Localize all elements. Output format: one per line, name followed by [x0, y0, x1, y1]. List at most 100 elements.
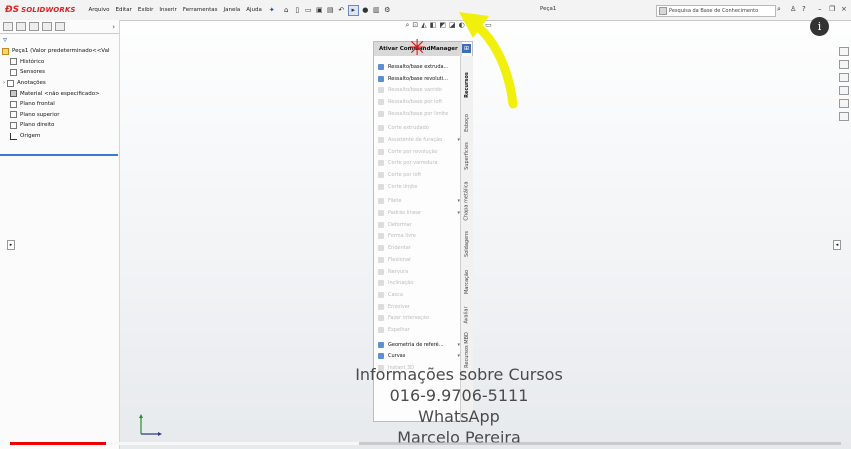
print-icon[interactable]: ▤	[326, 6, 335, 15]
chevron-right-icon[interactable]: ›	[112, 23, 115, 31]
command-item[interactable]: Padrão linear ▾	[378, 207, 460, 219]
user-icon[interactable]: ♙	[790, 5, 796, 13]
home-icon[interactable]: ⌂	[282, 6, 291, 15]
command-item[interactable]: Assistente de furação ▾	[378, 134, 460, 146]
appearances-icon[interactable]	[839, 99, 849, 108]
section-view-icon[interactable]: ◧	[430, 21, 437, 29]
video-progress-bar[interactable]	[10, 442, 841, 445]
menu-inserir[interactable]: Inserir	[156, 7, 179, 13]
tree-item-origem[interactable]: Origem	[0, 131, 119, 142]
command-item[interactable]: Corte extrudado	[378, 122, 460, 134]
logo-text: SOLIDWORKS	[21, 6, 76, 14]
command-item[interactable]: Deformar	[378, 219, 460, 231]
search-scope-icon[interactable]	[659, 7, 667, 15]
zoom-area-icon[interactable]: ⊡	[412, 21, 418, 29]
command-item-icon	[378, 87, 384, 94]
filter-row: ▿	[0, 34, 119, 44]
menu-ajuda[interactable]: Ajuda	[243, 7, 265, 13]
material-icon	[10, 90, 17, 98]
tree-item-anotacoes[interactable]: › Anotações	[0, 78, 119, 89]
command-tab[interactable]: Marcação	[461, 264, 473, 300]
command-item[interactable]: Corte por revolução	[378, 146, 460, 158]
command-item[interactable]: Flexionar	[378, 254, 460, 266]
previous-view-icon[interactable]: ◭	[421, 21, 426, 29]
configuration-tab-icon[interactable]	[29, 22, 39, 31]
rebuild-icon[interactable]: ●	[361, 6, 370, 15]
file-explorer-icon[interactable]	[839, 73, 849, 82]
solidworks-logo[interactable]: ĐS SOLIDWORKS	[5, 5, 76, 15]
custom-properties-icon[interactable]	[839, 112, 849, 121]
tree-root-part[interactable]: Peça1 (Valor predeterminado<<Val	[0, 46, 119, 57]
tree-item-sensores[interactable]: Sensores	[0, 67, 119, 78]
save-icon[interactable]: ▣	[315, 6, 324, 15]
knowledge-base-search[interactable]: Pesquisa da Base de Conhecimento	[656, 5, 776, 17]
tree-item-historico[interactable]: Histórico	[0, 57, 119, 68]
search-icon[interactable]: ⌕	[777, 5, 781, 14]
command-item[interactable]: Forma livre	[378, 231, 460, 243]
command-item[interactable]: Curvas ▾	[378, 351, 460, 363]
video-info-icon[interactable]: i	[810, 17, 829, 36]
menu-janela[interactable]: Janela	[221, 7, 244, 13]
tree-item-plano-superior[interactable]: Plano superior	[0, 110, 119, 121]
select-icon[interactable]: ▸	[347, 4, 359, 16]
menu-editar[interactable]: Editar	[113, 7, 135, 13]
tree-item-plano-frontal[interactable]: Plano frontal	[0, 99, 119, 110]
command-item[interactable]: Inclinação	[378, 277, 460, 289]
command-tab[interactable]: Avaliar	[461, 300, 473, 330]
command-tab[interactable]: Soldagens	[461, 224, 473, 264]
pin-icon[interactable]: ✦	[269, 6, 275, 14]
feature-tree-tab-icon[interactable]	[3, 22, 13, 31]
command-tab[interactable]: Chapa metálica	[461, 178, 473, 224]
command-item-label: Nervura	[388, 268, 409, 275]
tree-item-label: Plano frontal	[20, 101, 55, 108]
command-item[interactable]: Corte limite	[378, 181, 460, 193]
command-item[interactable]: Nervura	[378, 266, 460, 278]
command-tab[interactable]: Superfícies	[461, 134, 473, 178]
view-palette-icon[interactable]	[839, 86, 849, 95]
command-item[interactable]: Filete ▾	[378, 196, 460, 208]
command-item[interactable]: Geometria de referê... ▾	[378, 339, 460, 351]
task-pane-flyout-tab[interactable]: ◂	[833, 240, 841, 250]
help-icon[interactable]: ?	[802, 5, 806, 13]
command-item[interactable]: Fazer interseção	[378, 312, 460, 324]
command-item[interactable]: Corte por loft	[378, 169, 460, 181]
expand-arrow-icon[interactable]: ›	[3, 80, 5, 86]
open-folder-icon[interactable]: ▭	[304, 6, 313, 15]
file-properties-icon[interactable]: ▥	[372, 6, 381, 15]
restore-icon[interactable]: ❐	[829, 5, 835, 13]
menu-ferramentas[interactable]: Ferramentas	[180, 7, 221, 13]
options-icon[interactable]: ⚙	[383, 6, 392, 15]
command-item[interactable]: Envolver	[378, 301, 460, 313]
tree-item-material[interactable]: Material <não especificado>	[0, 88, 119, 99]
zoom-to-fit-icon[interactable]: ⌕	[406, 21, 410, 30]
command-item-icon	[378, 268, 384, 275]
command-tab[interactable]: Recursos MBD	[461, 330, 473, 370]
command-item[interactable]: Endentar	[378, 242, 460, 254]
display-manager-tab-icon[interactable]	[55, 22, 65, 31]
design-library-icon[interactable]	[839, 60, 849, 69]
menu-exibir[interactable]: Exibir	[135, 7, 157, 13]
undo-icon[interactable]: ↶	[337, 6, 346, 15]
minimize-icon[interactable]: –	[818, 5, 822, 13]
command-item-label: Deformar	[388, 221, 412, 228]
new-document-icon[interactable]: ▯	[293, 6, 302, 15]
command-item[interactable]: Casca	[378, 289, 460, 301]
menu-arquivo[interactable]: Arquivo	[86, 7, 113, 13]
command-item-icon	[378, 326, 384, 333]
command-item-icon	[378, 172, 384, 179]
command-item[interactable]: Corte por varredura	[378, 158, 460, 170]
tree-item-plano-direito[interactable]: Plano direito	[0, 120, 119, 131]
tree-item-label: Origem	[20, 133, 41, 140]
command-tab[interactable]: Esboço	[461, 112, 473, 134]
property-manager-tab-icon[interactable]	[16, 22, 26, 31]
command-item-icon	[378, 303, 384, 310]
command-item[interactable]: Espelhar	[378, 324, 460, 336]
part-icon	[2, 47, 9, 55]
search-input[interactable]: Pesquisa da Base de Conhecimento	[669, 8, 758, 14]
solidworks-resources-icon[interactable]	[839, 47, 849, 56]
close-icon[interactable]: ×	[841, 5, 847, 13]
dimxpert-tab-icon[interactable]	[42, 22, 52, 31]
feature-manager-flyout-tab[interactable]: ▸	[7, 240, 15, 250]
filter-icon[interactable]: ▿	[3, 35, 7, 44]
origin-icon	[10, 132, 17, 140]
